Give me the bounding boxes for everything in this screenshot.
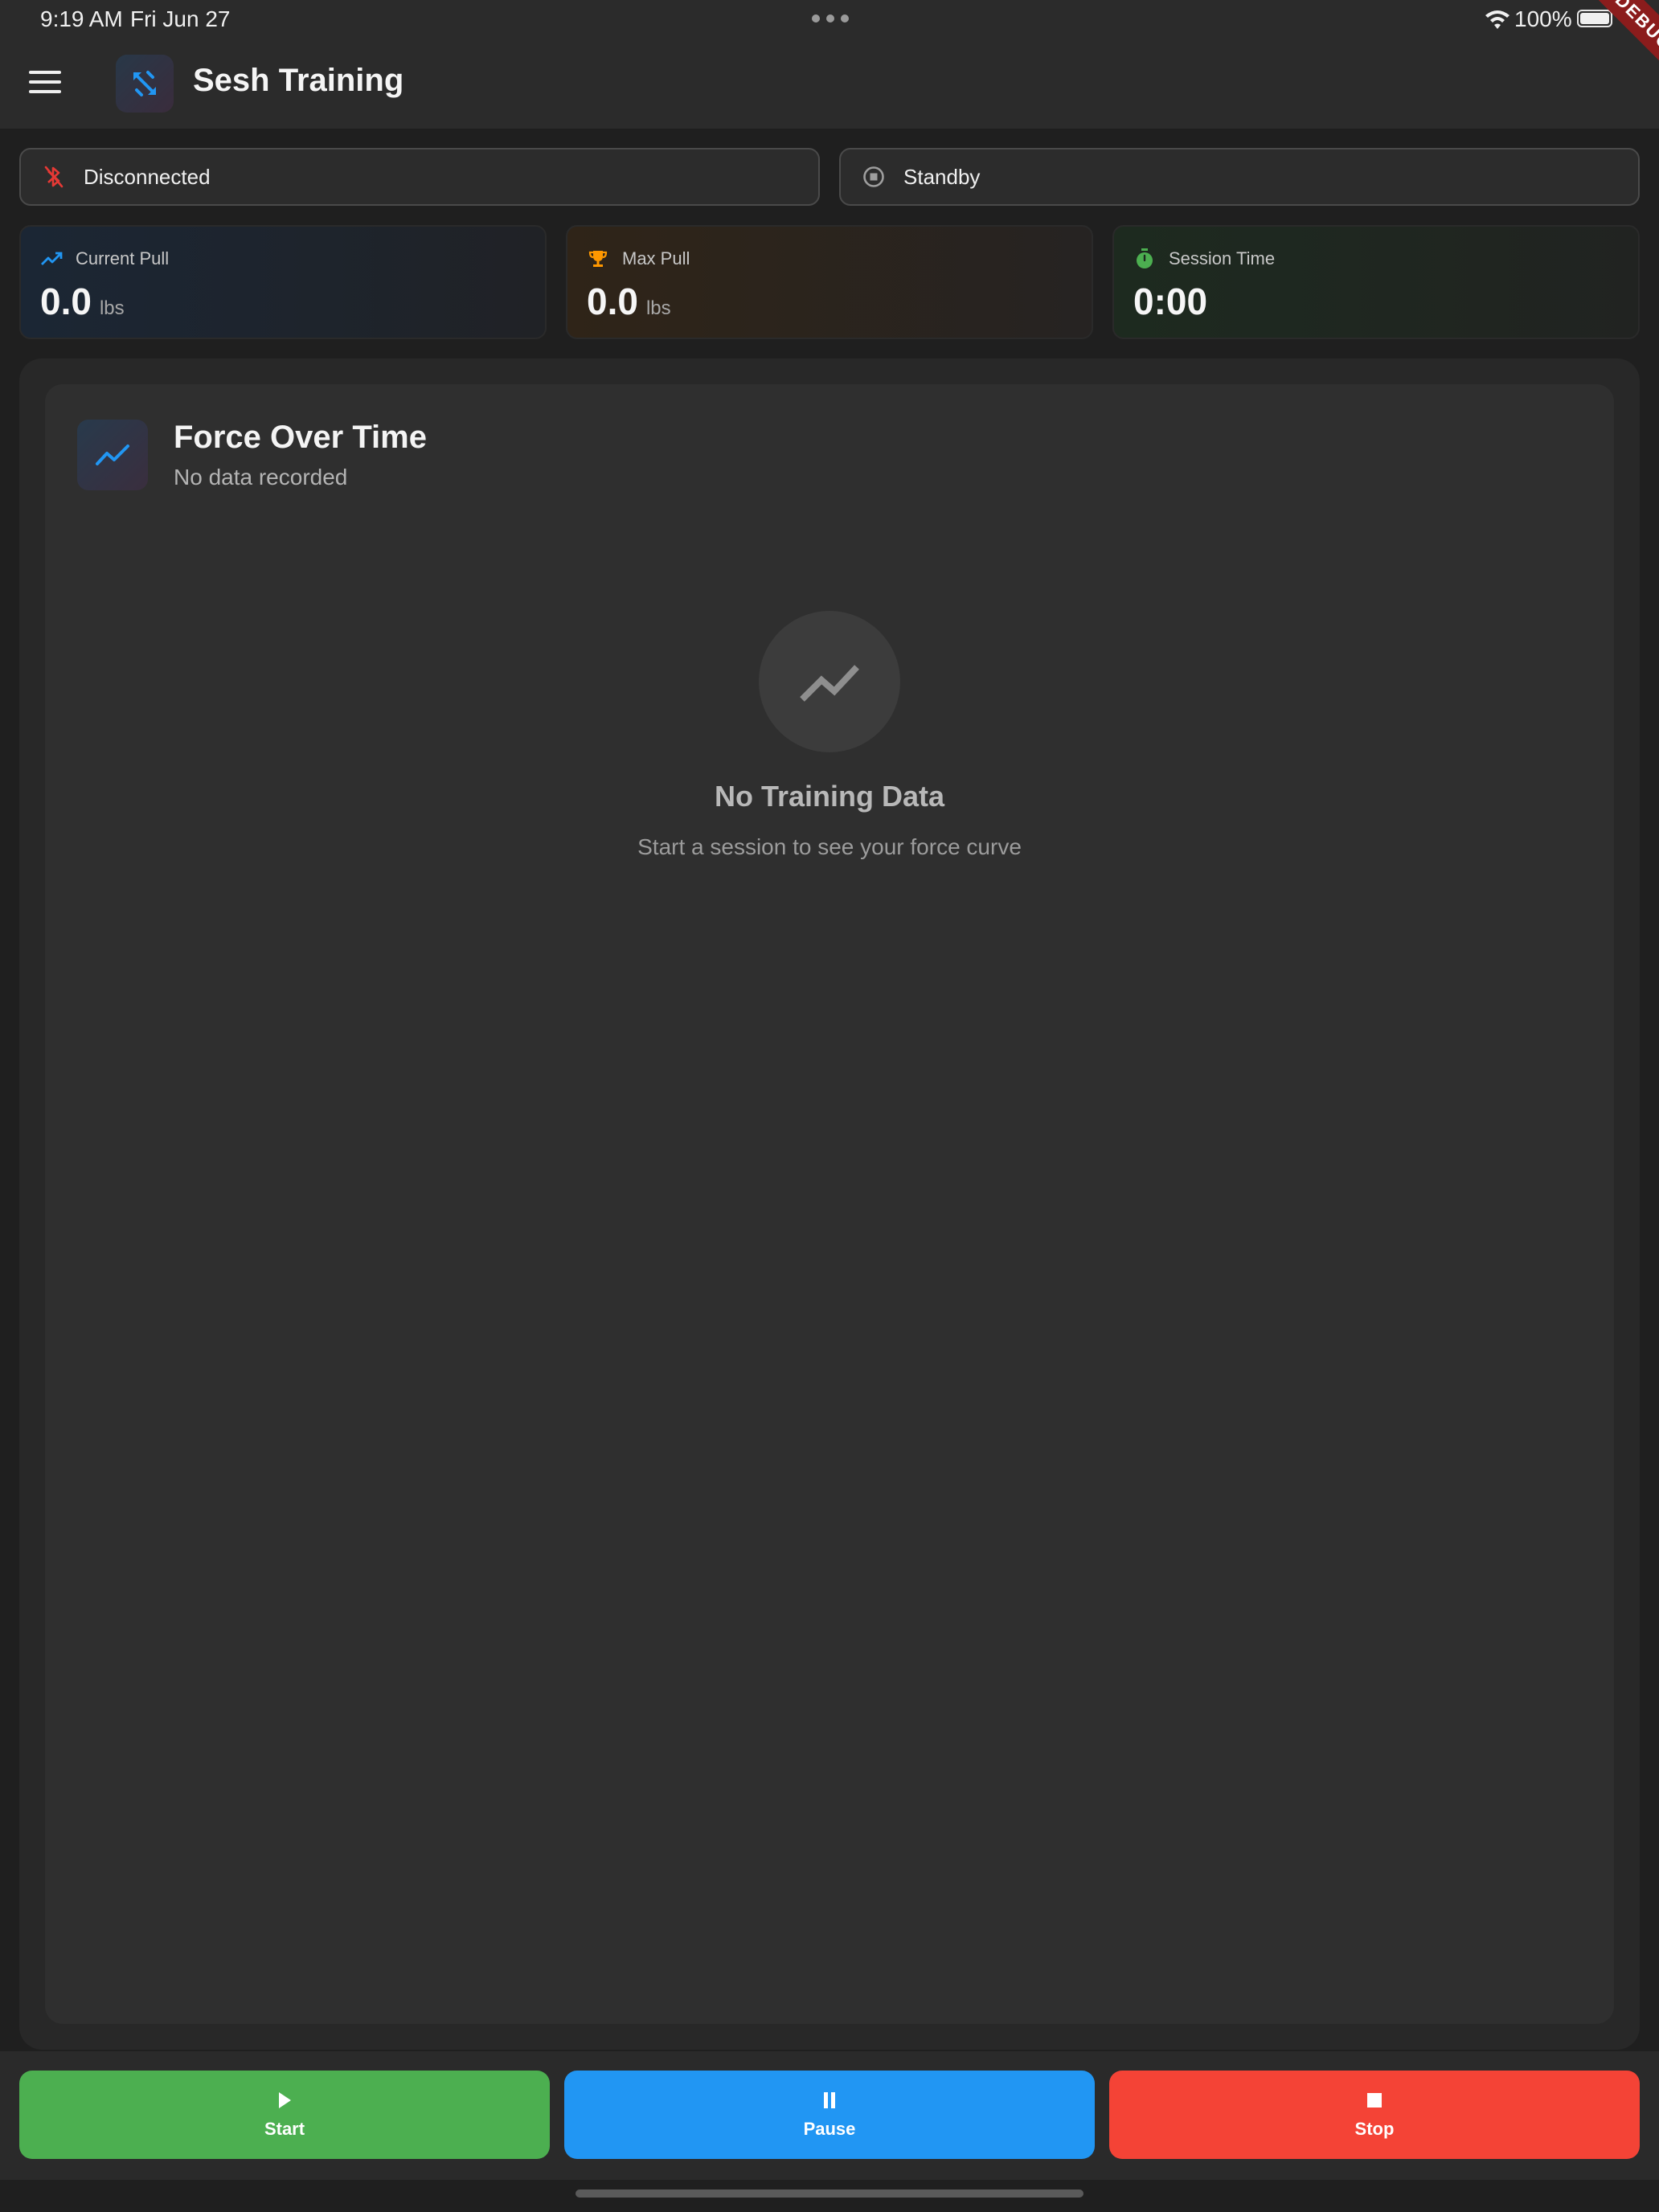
play-icon [274, 2090, 295, 2111]
multitasking-dots-icon[interactable] [812, 14, 849, 23]
start-button[interactable]: Start [19, 2071, 550, 2159]
menu-icon[interactable] [29, 71, 61, 95]
current-pull-card: Current Pull 0.0 lbs [19, 225, 547, 339]
connection-status-button[interactable]: Disconnected [19, 148, 820, 206]
pause-button[interactable]: Pause [564, 2071, 1095, 2159]
app-bar: Sesh Training [0, 39, 1659, 130]
stop-circle-icon [862, 165, 886, 189]
max-pull-card: Max Pull 0.0 lbs [566, 225, 1093, 339]
chart-container: Force Over Time No data recorded No Trai… [19, 358, 1640, 2050]
chart-title: Force Over Time [174, 420, 427, 455]
session-state-label: Standby [903, 164, 981, 189]
status-time: 9:19 AM [40, 6, 123, 31]
session-time-card: Session Time 0:00 [1112, 225, 1640, 339]
chart-subtitle: No data recorded [174, 465, 348, 490]
current-pull-label: Current Pull [76, 248, 170, 268]
max-pull-value: 0.0 [587, 281, 638, 322]
pause-icon [819, 2090, 840, 2111]
empty-state-subtitle: Start a session to see your force curve [637, 834, 1022, 859]
current-pull-value: 0.0 [40, 281, 92, 322]
max-pull-unit: lbs [645, 297, 671, 319]
trending-up-icon [40, 248, 63, 270]
pause-button-label: Pause [803, 2119, 856, 2139]
start-button-label: Start [264, 2119, 305, 2139]
battery-percent: 100% [1514, 6, 1572, 31]
home-indicator[interactable] [576, 2189, 1083, 2198]
session-time-value: 0:00 [1133, 281, 1208, 322]
empty-chart-icon [759, 611, 900, 752]
trophy-icon [587, 248, 609, 270]
connection-status-label: Disconnected [84, 164, 211, 189]
app-title: Sesh Training [193, 63, 404, 98]
current-pull-unit: lbs [99, 297, 125, 319]
timer-icon [1133, 248, 1156, 270]
session-time-label: Session Time [1169, 248, 1276, 268]
max-pull-label: Max Pull [622, 248, 690, 268]
bluetooth-disabled-icon [42, 165, 66, 189]
system-status-bar: 9:19 AM Fri Jun 27 100% [0, 0, 1659, 39]
session-state-button[interactable]: Standby [839, 148, 1640, 206]
stop-icon [1364, 2090, 1385, 2111]
stop-button-label: Stop [1354, 2119, 1395, 2139]
show-chart-icon [77, 420, 148, 490]
wifi-icon [1485, 10, 1509, 29]
status-date: Fri Jun 27 [130, 6, 231, 31]
fitness-arrows-icon [116, 55, 174, 113]
force-chart-card: Force Over Time No data recorded No Trai… [45, 384, 1614, 2024]
empty-state-title: No Training Data [714, 780, 945, 813]
app-screen: 9:19 AM Fri Jun 27 100% Sesh Training DE… [0, 0, 1659, 2212]
stop-button[interactable]: Stop [1109, 2071, 1640, 2159]
battery-icon [1577, 10, 1612, 27]
session-controls: Start Pause Stop [0, 2051, 1659, 2180]
